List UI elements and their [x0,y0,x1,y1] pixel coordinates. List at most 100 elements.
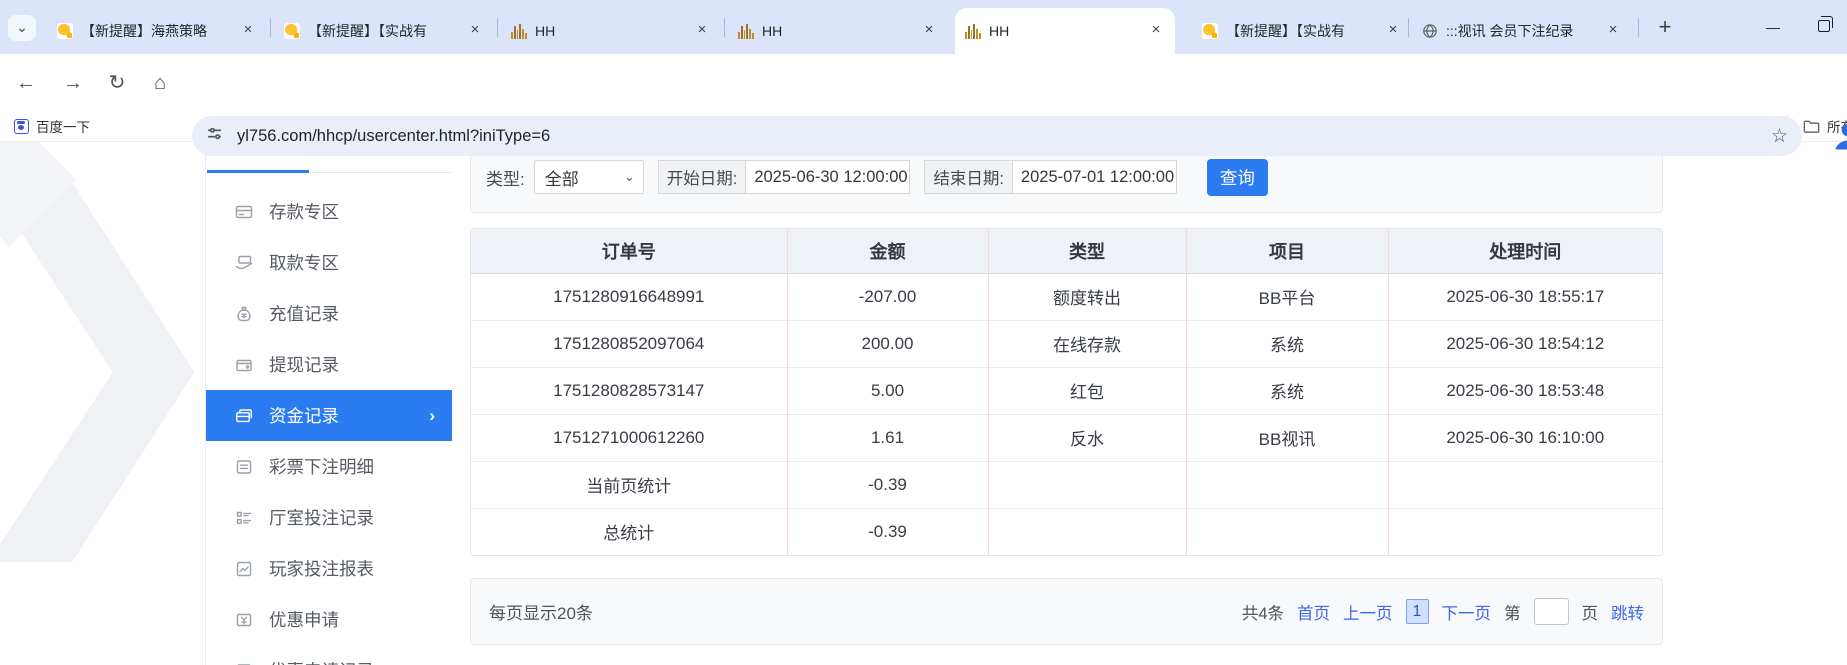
address-bar[interactable]: yl756.com/hhcp/usercenter.html?iniType=6… [192,116,1802,156]
chevron-right-icon: › [429,406,435,426]
site-settings-icon[interactable] [206,125,223,147]
browser-tab[interactable]: 【新提醒】【实战有× [274,8,494,54]
sidebar-item-label: 提现记录 [269,352,339,377]
sidebar-item[interactable]: 提现记录 [206,339,452,390]
tab-separator [270,18,271,37]
table-body: 1751280916648991-207.00额度转出BB平台2025-06-3… [471,273,1662,555]
new-tab-button[interactable]: + [1650,14,1680,42]
sidebar: 财务中心 存款专区取款专区充值记录提现记录资金记录›彩票下注明细厅室投注记录玩家… [205,142,452,665]
table-cell [1186,508,1388,555]
total-count-text: 共4条 [1242,600,1284,624]
jump-page-input[interactable] [1534,598,1569,625]
table-cell: 1751280916648991 [471,273,787,320]
tab-separator [1408,18,1409,37]
query-button[interactable]: 查询 [1207,159,1268,196]
sidebar-item-label: 厅室投注记录 [269,505,374,530]
start-date-label: 开始日期: [658,160,746,194]
browser-window: { "colors": { "accent_blue": "#2b7cf0", … [0,0,1847,665]
start-date-input[interactable] [745,160,910,194]
sidebar-item[interactable]: 优惠申请 [206,594,452,645]
back-icon[interactable]: ← [9,68,43,98]
first-page-link[interactable]: 首页 [1297,600,1330,624]
end-date-input[interactable] [1012,160,1177,194]
table-cell: 2025-06-30 18:55:17 [1388,273,1662,320]
table-cell: -0.39 [787,461,988,508]
tab-title: HH [535,23,687,39]
sidebar-item[interactable]: 厅室投注记录 [206,492,452,543]
withdraw-hand-icon [234,253,254,273]
table-cell: 1751280828573147 [471,367,787,414]
table-cell: 额度转出 [988,273,1186,320]
browser-tab[interactable]: HH× [728,8,948,54]
column-header: 订单号 [471,229,787,273]
table-cell: 1751271000612260 [471,414,787,461]
browser-tab[interactable]: 【新提醒】【实战有 × [1192,8,1412,54]
table-cell: BB平台 [1186,273,1388,320]
tab-close-icon[interactable]: × [693,22,711,40]
tab-strip: ⌄ 【新提醒】海燕策略×【新提醒】【实战有×HH×HH×HH×【新提醒】【实战有… [0,0,1847,54]
column-header: 处理时间 [1388,229,1662,273]
forum-icon [57,23,73,39]
forward-icon[interactable]: → [56,68,90,98]
table-row: 当前页统计-0.39 [471,461,1662,508]
forum-icon [1202,23,1218,39]
column-header: 项目 [1186,229,1388,273]
reload-icon[interactable]: ↻ [100,68,134,98]
browser-tab[interactable]: 【新提醒】海燕策略× [47,8,267,54]
sidebar-item[interactable]: 取款专区 [206,237,452,288]
browser-tab[interactable]: HH× [955,8,1175,54]
home-icon[interactable]: ⌂ [143,68,177,98]
browser-tab[interactable]: :::视讯 会员下注纪录× [1412,8,1632,54]
window-minimize-button[interactable]: — [1756,16,1790,40]
sidebar-title-underline [207,170,309,173]
waveform-icon [738,23,754,39]
prev-page-link[interactable]: 上一页 [1343,600,1393,624]
table-row: 1751280916648991-207.00额度转出BB平台2025-06-3… [471,273,1662,320]
url-text[interactable]: yl756.com/hhcp/usercenter.html?iniType=6 [237,127,1761,146]
table-row: 1751280852097064200.00在线存款系统2025-06-30 1… [471,320,1662,367]
sidebar-item[interactable]: 资金记录 › [206,390,452,441]
table-cell: -0.39 [787,508,988,555]
table-cell: 总统计 [471,508,787,555]
table-cell [1186,461,1388,508]
table-cell: 1.61 [787,414,988,461]
type-select-value: 全部 [545,165,624,190]
tab-search-button[interactable]: ⌄ [8,15,36,41]
sidebar-item[interactable]: 优惠申请记录 [206,645,452,665]
page-viewport: ❯ 财务中心 存款专区取款专区充值记录提现记录资金记录›彩票下注明细厅室投注记录… [0,142,1847,665]
bookmark-baidu[interactable]: 百度一下 [14,115,90,137]
type-select[interactable]: 全部 ⌄ [534,160,644,194]
window-restore-button[interactable] [1818,20,1830,32]
baidu-favicon [14,119,29,134]
current-page-badge[interactable]: 1 [1406,599,1429,624]
waveform-icon [511,23,527,39]
next-page-link[interactable]: 下一页 [1442,600,1492,624]
tab-close-icon[interactable]: × [1384,22,1402,40]
tab-title: 【新提醒】【实战有 [1226,21,1378,41]
tab-close-icon[interactable]: × [239,22,257,40]
sidebar-item[interactable]: 彩票下注明细 [206,441,452,492]
jump-button[interactable]: 跳转 [1611,600,1644,624]
browser-toolbar: ← → ↻ ⌂ yl756.com/hhcp/usercenter.html?i… [0,54,1847,110]
table-row: 总统计-0.39 [471,508,1662,555]
tab-close-icon[interactable]: × [466,22,484,40]
table-cell: 2025-06-30 18:54:12 [1388,320,1662,367]
table-cell: 当前页统计 [471,461,787,508]
table-cell: 系统 [1186,320,1388,367]
sidebar-title-hairline [309,172,452,173]
sidebar-item-label: 资金记录 [269,403,339,428]
browser-tab[interactable]: HH × [501,8,721,54]
folder-icon [1802,117,1821,136]
sidebar-item[interactable]: 充值记录 [206,288,452,339]
sidebar-item[interactable]: 玩家投注报表 [206,543,452,594]
table-cell: 2025-06-30 18:53:48 [1388,367,1662,414]
deposit-card-icon [234,202,254,222]
tab-close-icon[interactable]: × [1604,22,1622,40]
pagination-bar: 每页显示20条 共4条 首页 上一页 1 下一页 第 页 跳转 [470,578,1663,645]
bookmark-star-icon[interactable]: ☆ [1771,125,1788,148]
tab-close-icon[interactable]: × [920,22,938,40]
column-header: 类型 [988,229,1186,273]
tab-close-icon[interactable]: × [1147,22,1165,40]
chart-report-icon [234,559,254,579]
sidebar-item[interactable]: 存款专区 [206,186,452,237]
